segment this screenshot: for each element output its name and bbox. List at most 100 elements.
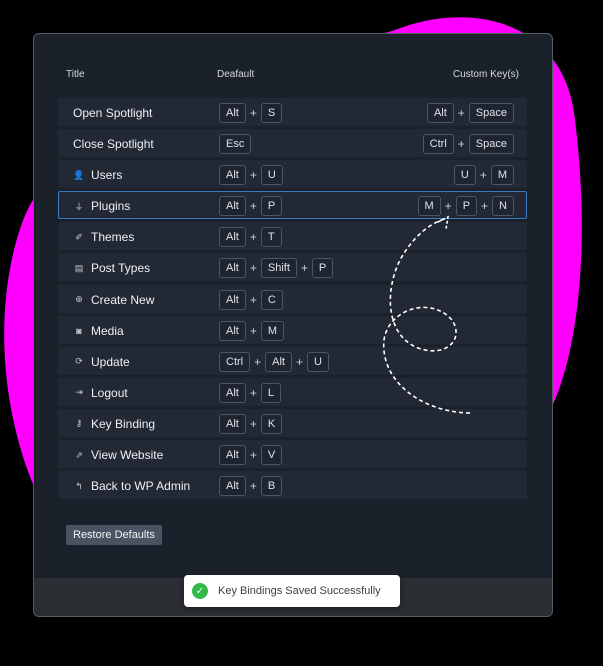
key-cap: M — [490, 165, 514, 186]
back-arrow-icon: ↰ — [75, 480, 83, 491]
key-cap: Alt — [219, 227, 246, 248]
binding-label-text: Themes — [91, 230, 135, 245]
binding-label-text: Media — [91, 323, 124, 338]
plus-separator: + — [249, 323, 257, 338]
custom-keys[interactable]: Ctrl + Space — [422, 134, 514, 155]
binding-label: ↰ Back to WP Admin — [73, 479, 190, 493]
key-cap: K — [260, 413, 283, 434]
custom-keys[interactable]: Alt + Space — [426, 103, 514, 123]
default-keys: Alt + P — [219, 196, 283, 217]
binding-label: ⏚ Plugins — [73, 199, 130, 213]
plus-separator: + — [481, 199, 489, 214]
binding-label: ⇗ View Website — [73, 448, 163, 462]
key-icon: ⚷ — [75, 418, 83, 429]
binding-row[interactable]: ◙ Media Alt + M — [58, 315, 527, 344]
binding-row[interactable]: ⊕ Create New Alt + C — [58, 284, 527, 313]
plus-separator: + — [254, 354, 262, 369]
binding-label: ⇥ Logout — [73, 386, 127, 400]
plus-separator: + — [249, 416, 257, 431]
default-keys: Ctrl + Alt + U — [219, 351, 329, 372]
key-cap: U — [306, 351, 329, 372]
binding-label: ⟳ Update — [73, 354, 130, 369]
binding-label-text: Open Spotlight — [73, 106, 153, 120]
plus-separator: + — [249, 106, 257, 120]
binding-label: ⊕ Create New — [73, 293, 154, 307]
binding-label: 👤 Users — [73, 168, 122, 182]
key-cap: B — [260, 476, 283, 497]
binding-row[interactable]: ▤ Post Types Alt + Shift + P — [58, 253, 527, 282]
binding-row[interactable]: ↰ Back to WP Admin Alt + B — [58, 471, 527, 500]
key-cap: U — [453, 165, 476, 186]
custom-keys[interactable]: M + P + N — [417, 196, 514, 217]
key-cap: Alt — [219, 258, 246, 279]
binding-label: ✐ Themes — [73, 230, 134, 244]
binding-label-text: Close Spotlight — [73, 137, 154, 152]
binding-label: ⚷ Key Binding — [73, 417, 155, 431]
key-cap: S — [260, 103, 283, 123]
custom-keys[interactable]: U + M — [453, 165, 514, 186]
key-cap: Alt — [219, 196, 246, 217]
binding-label-text: Plugins — [91, 199, 131, 214]
binding-row[interactable]: Close Spotlight Esc Ctrl + Space — [58, 129, 527, 158]
binding-label-text: Update — [91, 354, 130, 369]
external-link-icon: ⇗ — [75, 449, 83, 460]
binding-label-text: Key Binding — [91, 416, 156, 431]
plus-separator: + — [444, 199, 452, 214]
plus-separator: + — [249, 230, 257, 245]
plus-circle-icon: ⊕ — [75, 294, 83, 305]
refresh-icon: ⟳ — [75, 356, 83, 367]
binding-row[interactable]: ⏚ Plugins Alt + P M + P + N — [58, 191, 527, 220]
key-cap: Alt — [219, 413, 246, 434]
binding-row[interactable]: ✐ Themes Alt + T — [58, 222, 527, 251]
plus-separator: + — [249, 292, 257, 307]
plus-separator: + — [457, 106, 465, 120]
default-keys: Alt + S — [219, 103, 283, 123]
key-cap: M — [260, 320, 285, 341]
key-cap: P — [260, 196, 283, 217]
binding-label: Close Spotlight — [73, 137, 154, 151]
default-keys: Alt + T — [219, 227, 282, 248]
brush-icon: ✐ — [75, 231, 83, 242]
key-cap: Ctrl — [422, 134, 454, 155]
plus-separator: + — [479, 168, 487, 183]
column-header-default: Deafault — [217, 69, 255, 80]
camera-icon: ◙ — [76, 325, 82, 336]
default-keys: Alt + U — [219, 165, 283, 186]
logout-icon: ⇥ — [75, 387, 83, 398]
binding-row[interactable]: ⚷ Key Binding Alt + K — [58, 408, 527, 437]
key-cap: Alt — [219, 165, 246, 186]
plus-separator: + — [300, 261, 308, 276]
key-bindings-list: Open Spotlight Alt + S Alt + Space Close Spotli… — [58, 98, 527, 502]
user-icon: 👤 — [73, 169, 85, 180]
default-keys: Alt + L — [219, 382, 281, 403]
default-keys: Alt + B — [219, 476, 283, 497]
binding-row[interactable]: 👤 Users Alt + U U + M — [58, 160, 527, 189]
binding-row[interactable]: Open Spotlight Alt + S Alt + Space — [58, 98, 527, 126]
binding-row[interactable]: ⇗ View Website Alt + V — [58, 440, 527, 469]
key-cap: Alt — [219, 382, 246, 403]
binding-row[interactable]: ⇥ Logout Alt + L — [58, 377, 527, 406]
binding-label-text: Users — [91, 168, 123, 183]
key-cap: Ctrl — [219, 351, 251, 372]
binding-row[interactable]: ⟳ Update Ctrl + Alt + U — [58, 346, 527, 375]
key-cap: N — [492, 196, 514, 217]
binding-label-text: Post Types — [91, 261, 151, 276]
column-header-title: Title — [66, 69, 85, 80]
default-keys: Alt + Shift + P — [219, 258, 334, 279]
default-keys: Alt + K — [219, 413, 283, 434]
default-keys: Alt + V — [219, 445, 283, 466]
key-cap: T — [260, 227, 282, 248]
key-cap: Alt — [265, 351, 292, 372]
key-cap: Space — [468, 103, 514, 123]
default-keys: Esc — [219, 134, 252, 155]
restore-defaults-button[interactable]: Restore Defaults — [66, 525, 162, 545]
key-cap: M — [417, 196, 441, 217]
key-cap: Alt — [219, 445, 246, 466]
key-cap: Alt — [219, 103, 246, 123]
binding-label: ◙ Media — [73, 323, 124, 338]
key-bindings-panel: Title Deafault Custom Key(s) Open Spotli… — [33, 33, 553, 617]
key-cap: L — [260, 382, 281, 403]
column-header-custom: Custom Key(s) — [452, 69, 519, 80]
key-cap: Space — [468, 134, 514, 155]
key-cap: Shift — [260, 258, 297, 279]
